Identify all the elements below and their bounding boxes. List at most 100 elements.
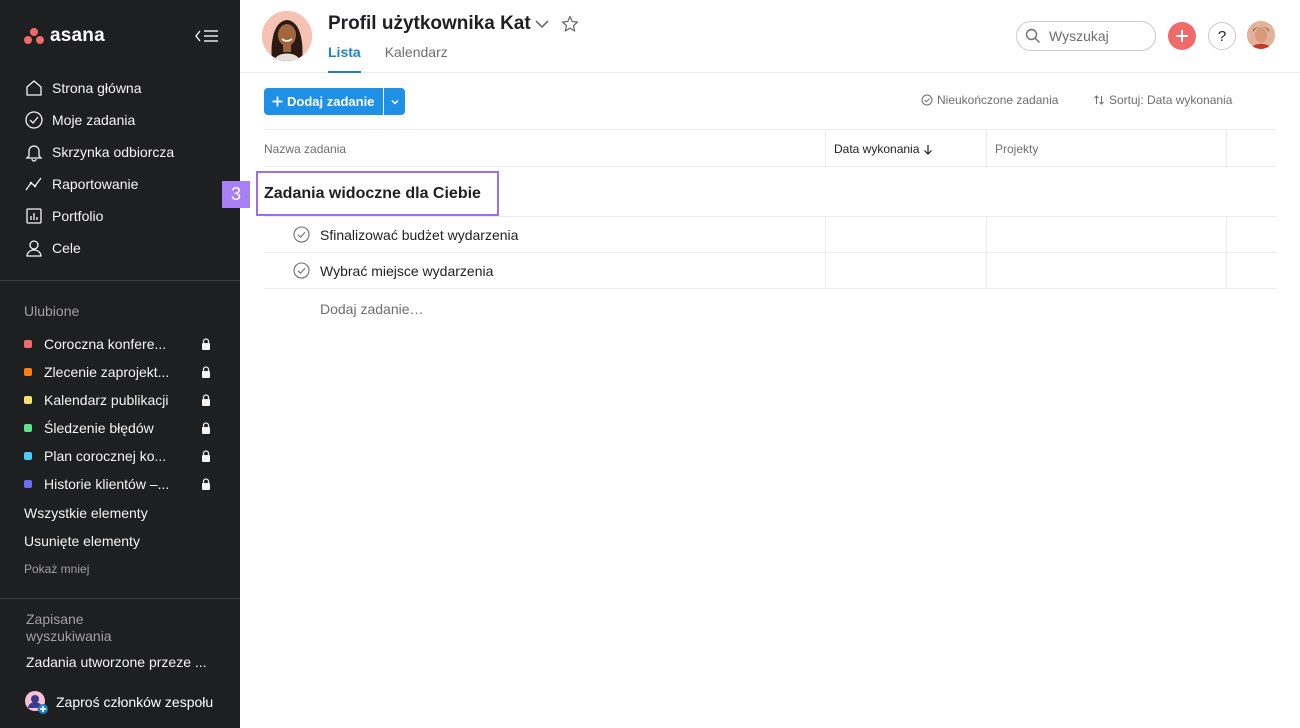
project-color-dot (24, 480, 32, 488)
profile-photo-icon (262, 11, 312, 61)
add-task-button[interactable]: Dodaj zadanie (264, 88, 384, 115)
sidebar-item-label: Raportowanie (52, 176, 139, 192)
search-input[interactable] (1049, 28, 1145, 44)
project-color-dot (24, 396, 32, 404)
favorite-project-label: Kalendarz publikacji (44, 392, 169, 408)
favorite-project-label: Historie klientów –... (44, 476, 170, 492)
bell-icon (25, 145, 43, 162)
sort-button[interactable]: Sortuj: Data wykonania (1093, 93, 1232, 107)
task-name: Wybrać miejsce wydarzenia (320, 263, 494, 279)
sidebar-item-reporting[interactable]: Raportowanie (0, 168, 240, 200)
lock-icon (202, 450, 210, 462)
arrow-down-icon (924, 144, 933, 155)
favorite-project[interactable]: Zlecenie zaprojekt... (0, 358, 240, 386)
collapse-sidebar-button[interactable] (194, 26, 220, 46)
project-color-dot (24, 452, 32, 460)
chevron-down-icon (391, 99, 399, 105)
user-avatar[interactable] (1247, 21, 1275, 49)
favorite-project-label: Zlecenie zaprojekt... (44, 364, 170, 380)
sidebar-item-goals[interactable]: Cele (0, 232, 240, 264)
sidebar-item-label: Skrzynka odbiorcza (52, 144, 175, 160)
column-divider (986, 130, 987, 168)
column-header-due-date[interactable]: Data wykonania (834, 142, 933, 156)
complete-task-check-icon[interactable] (293, 226, 310, 243)
favorite-project-label: Coroczna konfere... (44, 336, 167, 352)
show-less-link[interactable]: Pokaż mniej (24, 562, 89, 576)
favorite-project[interactable]: Plan corocznej ko... (0, 442, 240, 470)
favorite-project[interactable]: Kalendarz publikacji (0, 386, 240, 414)
search-icon (1025, 28, 1040, 43)
collapse-menu-icon (195, 30, 218, 42)
asana-logo-icon (24, 28, 44, 44)
plus-icon (1176, 30, 1188, 42)
invite-team-label: Zaproś członków zespołu (56, 694, 214, 710)
column-divider (1226, 130, 1227, 168)
favorite-project[interactable]: Coroczna konfere... (0, 330, 240, 358)
project-color-dot (24, 368, 32, 376)
sidebar-divider (0, 598, 240, 599)
add-task-label: Dodaj zadanie (287, 94, 375, 109)
tab-list[interactable]: Lista (328, 44, 361, 73)
saved-searches-title: Zapisane wyszukiwania (26, 611, 112, 644)
column-header-projects[interactable]: Projekty (995, 142, 1038, 156)
favorite-project-label: Plan corocznej ko... (44, 448, 167, 464)
profile-avatar (262, 11, 312, 61)
home-icon (26, 80, 42, 96)
table-header: Nazwa zadania Data wykonania Projekty (264, 129, 1276, 168)
lock-icon (202, 366, 210, 378)
person-icon (26, 240, 42, 257)
sidebar-item-home[interactable]: Strona główna (0, 72, 240, 104)
tab-calendar[interactable]: Kalendarz (385, 44, 448, 73)
add-task-inline-link[interactable]: Dodaj zadanie… (320, 301, 424, 317)
quick-add-button[interactable] (1168, 22, 1196, 50)
favorite-project[interactable]: Historie klientów –... (0, 470, 240, 498)
add-task-dropdown-button[interactable] (383, 88, 406, 115)
sidebar-item-my-tasks[interactable]: Moje zadania (0, 104, 240, 136)
star-icon[interactable] (561, 15, 579, 33)
step-number-badge: 3 (222, 181, 250, 208)
favorites-title: Ulubione (24, 303, 80, 319)
all-items-link[interactable]: Wszystkie elementy (24, 505, 148, 521)
table-row[interactable]: Wybrać miejsce wydarzenia (264, 253, 1276, 289)
brand-name: asana (50, 25, 105, 46)
table-row[interactable]: Sfinalizować budżet wydarzenia (264, 217, 1276, 253)
sidebar-item-label: Cele (52, 240, 81, 256)
invite-team-button[interactable]: Zaproś członków zespołu (24, 690, 213, 714)
lock-icon (202, 478, 210, 490)
task-table: Nazwa zadania Data wykonania Projekty 3 … (222, 129, 1276, 329)
deleted-items-link[interactable]: Usunięte elementy (24, 533, 140, 549)
help-button[interactable]: ? (1208, 22, 1236, 50)
sidebar-divider (0, 280, 240, 281)
incomplete-tasks-filter[interactable]: Nieukończone zadania (921, 93, 1058, 107)
lock-icon (202, 394, 210, 406)
column-divider (1226, 217, 1227, 253)
check-circle-icon (921, 94, 933, 106)
page-header: Profil użytkownika Kat Lista Kalendarz ? (240, 0, 1300, 73)
project-color-dot (24, 424, 32, 432)
sidebar-item-label: Portfolio (52, 208, 104, 224)
favorite-project[interactable]: Śledzenie błędów (0, 414, 240, 442)
sidebar-item-label: Moje zadania (52, 112, 136, 128)
chart-line-icon (25, 177, 42, 191)
chevron-down-icon[interactable] (534, 16, 550, 32)
add-task-row: Dodaj zadanie… (264, 289, 1276, 329)
saved-search-item[interactable]: Zadania utworzone przeze ... (26, 654, 216, 670)
complete-task-check-icon[interactable] (293, 262, 310, 279)
page-title: Profil użytkownika Kat (328, 13, 531, 34)
check-circle-icon (25, 111, 43, 129)
lock-icon (202, 338, 210, 350)
sidebar-item-portfolio[interactable]: Portfolio (0, 200, 240, 232)
task-section-header[interactable]: 3 Zadania widoczne dla Ciebie (222, 167, 1276, 217)
column-divider (986, 253, 987, 289)
sidebar: asana Strona główna Moje zadania Skrzynk… (0, 0, 240, 728)
sidebar-item-inbox[interactable]: Skrzynka odbiorcza (0, 136, 240, 168)
add-task-split-button: Dodaj zadanie (264, 88, 406, 115)
column-header-task-name[interactable]: Nazwa zadania (264, 142, 346, 156)
section-title: Zadania widoczne dla Ciebie (264, 185, 481, 202)
asana-logo[interactable]: asana (24, 25, 105, 47)
view-tabs: Lista Kalendarz (328, 44, 448, 73)
column-divider (825, 253, 826, 289)
sidebar-nav: Strona główna Moje zadania Skrzynka odbi… (0, 72, 240, 264)
search-box[interactable] (1016, 21, 1156, 51)
sidebar-header: asana (24, 24, 220, 48)
